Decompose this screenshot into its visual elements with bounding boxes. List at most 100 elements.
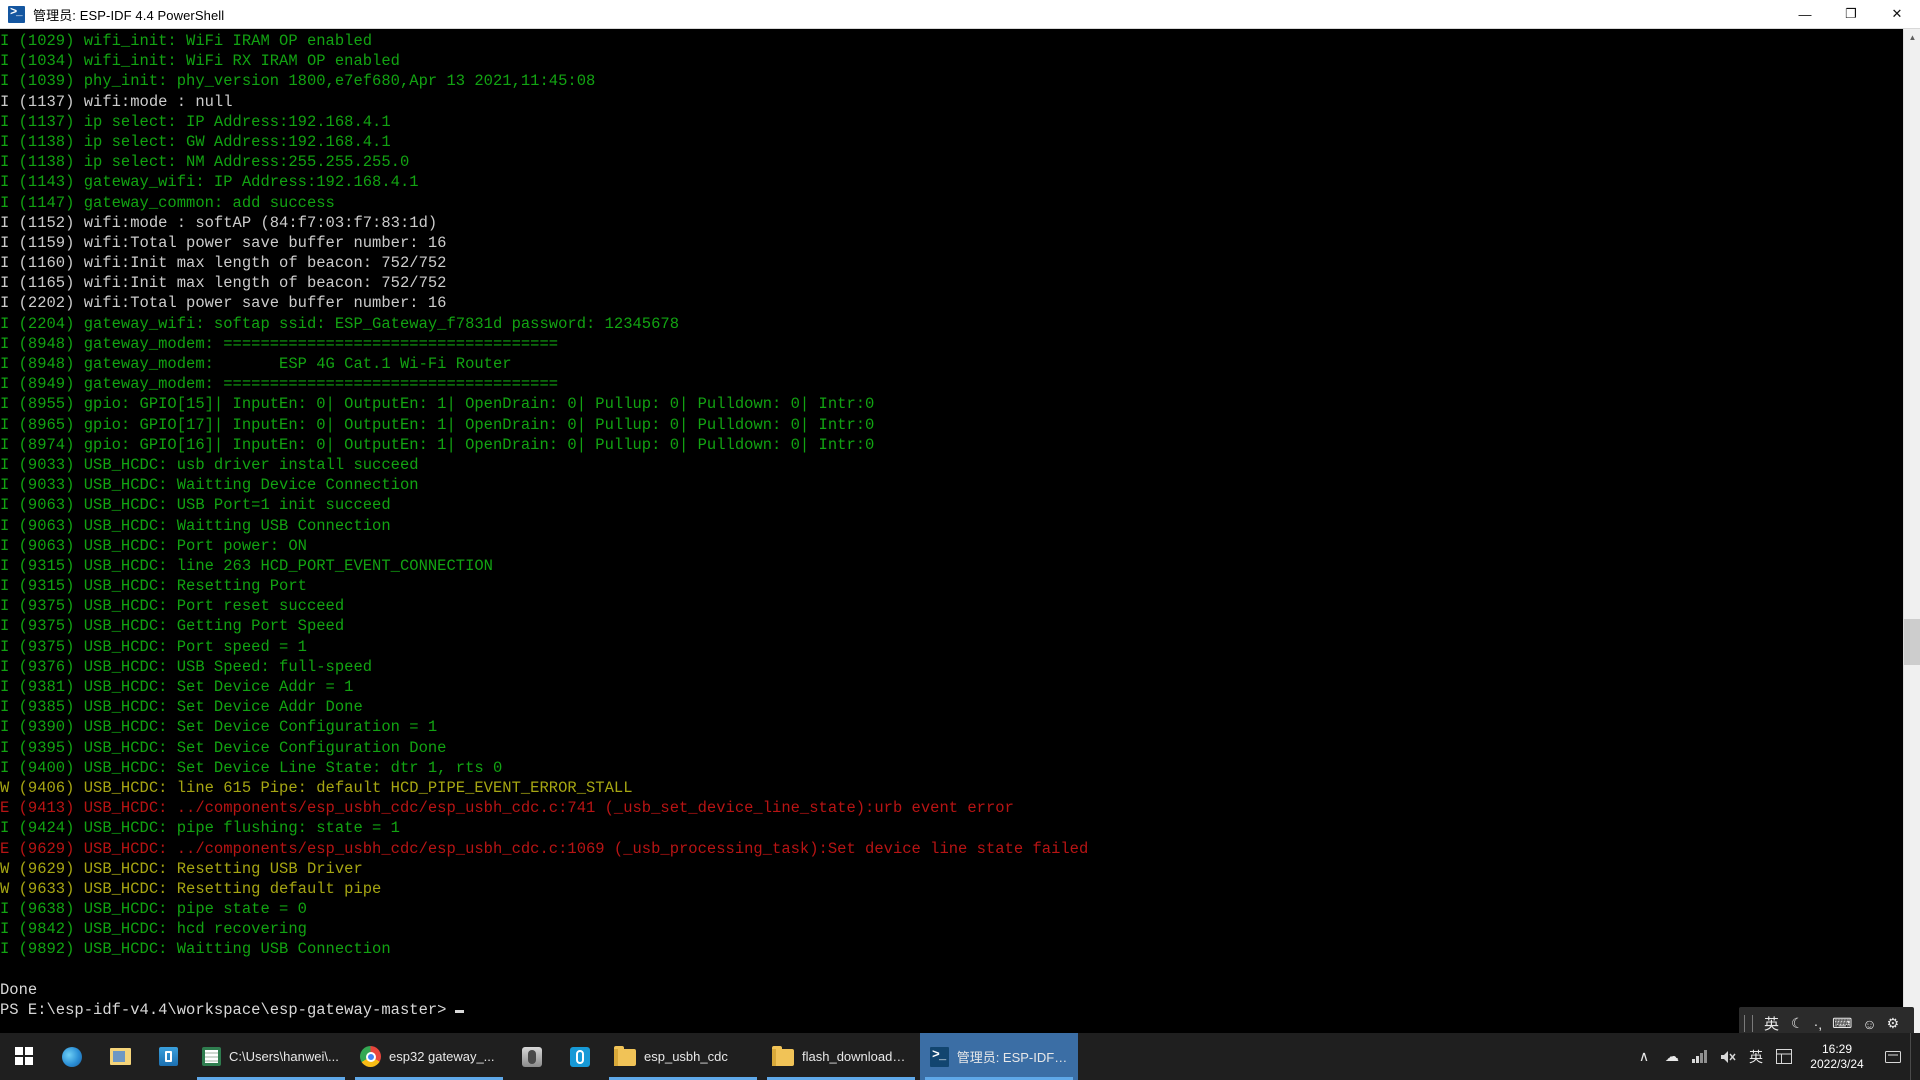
- ime-drag-handle[interactable]: [1744, 1015, 1753, 1032]
- terminal-cursor: [455, 1010, 465, 1013]
- terminal-line: I (1137) wifi:mode : null: [0, 92, 233, 111]
- tray-ime-label[interactable]: 英: [1742, 1033, 1770, 1080]
- terminal-line: I (9375) USB_HCDC: Port reset succeed: [0, 597, 345, 616]
- terminal-line: W (9633) USB_HCDC: Resetting default pip…: [0, 879, 382, 898]
- task-folder-flash-download-label: flash_download_t...: [802, 1049, 910, 1064]
- terminal-line: I (9063) USB_HCDC: Waitting USB Connecti…: [0, 516, 391, 535]
- terminal-line: I (1138) ip select: NM Address:255.255.2…: [0, 153, 410, 172]
- terminal-line: I (8948) gateway_modem: ESP 4G Cat.1 Wi-…: [0, 355, 512, 373]
- terminal-line: I (1138) ip select: GW Address:192.168.4…: [0, 132, 391, 151]
- terminal-line: I (9892) USB_HCDC: Waitting USB Connecti…: [0, 940, 391, 959]
- terminal-line: I (9376) USB_HCDC: USB Speed: full-speed: [0, 657, 373, 676]
- ime-box-icon[interactable]: [1770, 1033, 1798, 1080]
- notepad-icon: [202, 1047, 221, 1066]
- terminal-line: I (1152) wifi:mode : softAP (84:f7:03:f7…: [0, 213, 438, 232]
- terminal-scrollbar[interactable]: ▲ ▼: [1903, 29, 1920, 1047]
- system-tray[interactable]: ∧ ☁ 英 16:29 2022/3/24: [1630, 1033, 1920, 1080]
- terminal-line: I (9315) USB_HCDC: Resetting Port: [0, 577, 307, 596]
- terminal-line: I (9375) USB_HCDC: Getting Port Speed: [0, 617, 345, 636]
- clock-time: 16:29: [1821, 1041, 1853, 1056]
- terminal-line: I (2202) wifi:Total power save buffer nu…: [0, 294, 447, 313]
- folder-icon: [772, 1045, 794, 1068]
- terminal-line: E (9629) USB_HCDC: ../components/esp_usb…: [0, 839, 1089, 858]
- terminal-line: I (9638) USB_HCDC: pipe state = 0: [0, 900, 307, 919]
- task-chrome-label: esp32 gateway_...: [389, 1049, 495, 1064]
- notification-icon[interactable]: [1876, 1033, 1910, 1080]
- terminal-line: I (8948) gateway_modem: ================…: [0, 334, 559, 353]
- network-icon[interactable]: [1686, 1033, 1714, 1080]
- window-controls: — ❐ ✕: [1782, 0, 1920, 29]
- blue-app-icon: [570, 1046, 590, 1067]
- volume-mute-icon[interactable]: [1714, 1033, 1742, 1080]
- store-icon[interactable]: [144, 1033, 192, 1080]
- terminal-line: I (1029) wifi_init: WiFi IRAM OP enabled: [0, 32, 373, 50]
- notification-icon-svg: [1885, 1050, 1901, 1063]
- terminal-prompt[interactable]: PS E:\esp-idf-v4.4\workspace\esp-gateway…: [0, 1000, 1900, 1020]
- task-chrome[interactable]: esp32 gateway_...: [350, 1033, 508, 1080]
- terminal-line: I (9390) USB_HCDC: Set Device Configurat…: [0, 718, 438, 737]
- edge-icon[interactable]: [48, 1033, 96, 1080]
- terminal-line: W (9406) USB_HCDC: line 615 Pipe: defaul…: [0, 778, 633, 797]
- terminal-line: I (9400) USB_HCDC: Set Device Line State…: [0, 758, 503, 777]
- volume-mute-icon-svg: [1720, 1050, 1736, 1063]
- terminal-line: I (9033) USB_HCDC: Waitting Device Conne…: [0, 476, 419, 495]
- ime-box-icon-svg: [1776, 1049, 1792, 1064]
- terminal-line: I (1160) wifi:Init max length of beacon:…: [0, 254, 447, 273]
- terminal-lines: I (1029) wifi_init: WiFi IRAM OP enabled…: [0, 29, 1900, 1020]
- terminal-line: I (9063) USB_HCDC: Port power: ON: [0, 536, 307, 555]
- start-button[interactable]: [0, 1033, 48, 1080]
- clock[interactable]: 16:29 2022/3/24: [1798, 1033, 1876, 1080]
- taskbar[interactable]: C:\Users\hanwei\... esp32 gateway_... es…: [0, 1033, 1920, 1080]
- terminal-output-area[interactable]: I (1029) wifi_init: WiFi IRAM OP enabled…: [0, 29, 1920, 1047]
- terminal-line: I (8974) gpio: GPIO[16]| InputEn: 0| Out…: [0, 435, 875, 454]
- task-folder-esp-usbh-cdc-label: esp_usbh_cdc: [644, 1049, 728, 1064]
- clock-date: 2022/3/24: [1810, 1056, 1864, 1071]
- terminal-line: Done: [0, 980, 38, 999]
- terminal-line: I (9375) USB_HCDC: Port speed = 1: [0, 637, 307, 656]
- show-desktop-button[interactable]: [1910, 1033, 1920, 1080]
- terminal-line: I (9424) USB_HCDC: pipe flushing: state …: [0, 819, 400, 838]
- terminal-prompt-text: PS E:\esp-idf-v4.4\workspace\esp-gateway…: [0, 1001, 447, 1019]
- task-gray-app[interactable]: [508, 1033, 556, 1080]
- terminal-line: I (9385) USB_HCDC: Set Device Addr Done: [0, 698, 363, 717]
- terminal-line: I (8949) gateway_modem: ================…: [0, 375, 559, 394]
- task-blue-app[interactable]: [556, 1033, 604, 1080]
- terminal-line: I (1143) gateway_wifi: IP Address:192.16…: [0, 173, 419, 192]
- terminal-line: I (9315) USB_HCDC: line 263 HCD_PORT_EVE…: [0, 556, 493, 575]
- gray-app-icon: [522, 1046, 542, 1067]
- terminal-line: I (9033) USB_HCDC: usb driver install su…: [0, 455, 419, 474]
- task-folder-esp-usbh-cdc[interactable]: esp_usbh_cdc: [604, 1033, 762, 1080]
- terminal-line: I (1039) phy_init: phy_version 1800,e7ef…: [0, 72, 596, 91]
- scroll-up-arrow-icon[interactable]: ▲: [1904, 29, 1920, 46]
- task-notepad[interactable]: C:\Users\hanwei\...: [192, 1033, 350, 1080]
- windows-logo-icon: [14, 1047, 34, 1066]
- terminal-line: E (9413) USB_HCDC: ../components/esp_usb…: [0, 799, 1014, 818]
- task-notepad-label: C:\Users\hanwei\...: [229, 1049, 339, 1064]
- chevron-up-icon[interactable]: ∧: [1630, 1033, 1658, 1080]
- window-title-bar[interactable]: 管理员: ESP-IDF 4.4 PowerShell — ❐ ✕: [0, 0, 1920, 29]
- minimize-button[interactable]: —: [1782, 0, 1828, 29]
- terminal-line: I (8955) gpio: GPIO[15]| InputEn: 0| Out…: [0, 395, 875, 414]
- scrollbar-thumb[interactable]: [1904, 619, 1920, 665]
- task-folder-flash-download[interactable]: flash_download_t...: [762, 1033, 920, 1080]
- terminal-line: I (9381) USB_HCDC: Set Device Addr = 1: [0, 678, 354, 696]
- task-powershell-label: 管理员: ESP-IDF 4...: [956, 1050, 1068, 1065]
- terminal-line: I (9395) USB_HCDC: Set Device Configurat…: [0, 738, 447, 757]
- network-icon-svg: [1692, 1049, 1707, 1063]
- chrome-icon: [360, 1046, 381, 1067]
- maximize-button[interactable]: ❐: [1828, 0, 1874, 29]
- powershell-icon: [930, 1046, 949, 1067]
- folder-icon: [614, 1045, 636, 1068]
- file-explorer-icon[interactable]: [96, 1033, 144, 1080]
- task-powershell[interactable]: 管理员: ESP-IDF 4...: [920, 1033, 1078, 1080]
- terminal-line: I (1147) gateway_common: add success: [0, 193, 335, 212]
- powershell-icon: [8, 5, 25, 23]
- terminal-line: I (2204) gateway_wifi: softap ssid: ESP_…: [0, 314, 680, 333]
- terminal-line: I (1165) wifi:Init max length of beacon:…: [0, 274, 447, 293]
- cloud-icon[interactable]: ☁: [1658, 1033, 1686, 1080]
- close-button[interactable]: ✕: [1874, 0, 1920, 29]
- terminal-line: I (9063) USB_HCDC: USB Port=1 init succe…: [0, 496, 391, 515]
- terminal-line: W (9629) USB_HCDC: Resetting USB Driver: [0, 859, 363, 878]
- terminal-line: I (1034) wifi_init: WiFi RX IRAM OP enab…: [0, 52, 400, 71]
- terminal-line: I (8965) gpio: GPIO[17]| InputEn: 0| Out…: [0, 415, 875, 434]
